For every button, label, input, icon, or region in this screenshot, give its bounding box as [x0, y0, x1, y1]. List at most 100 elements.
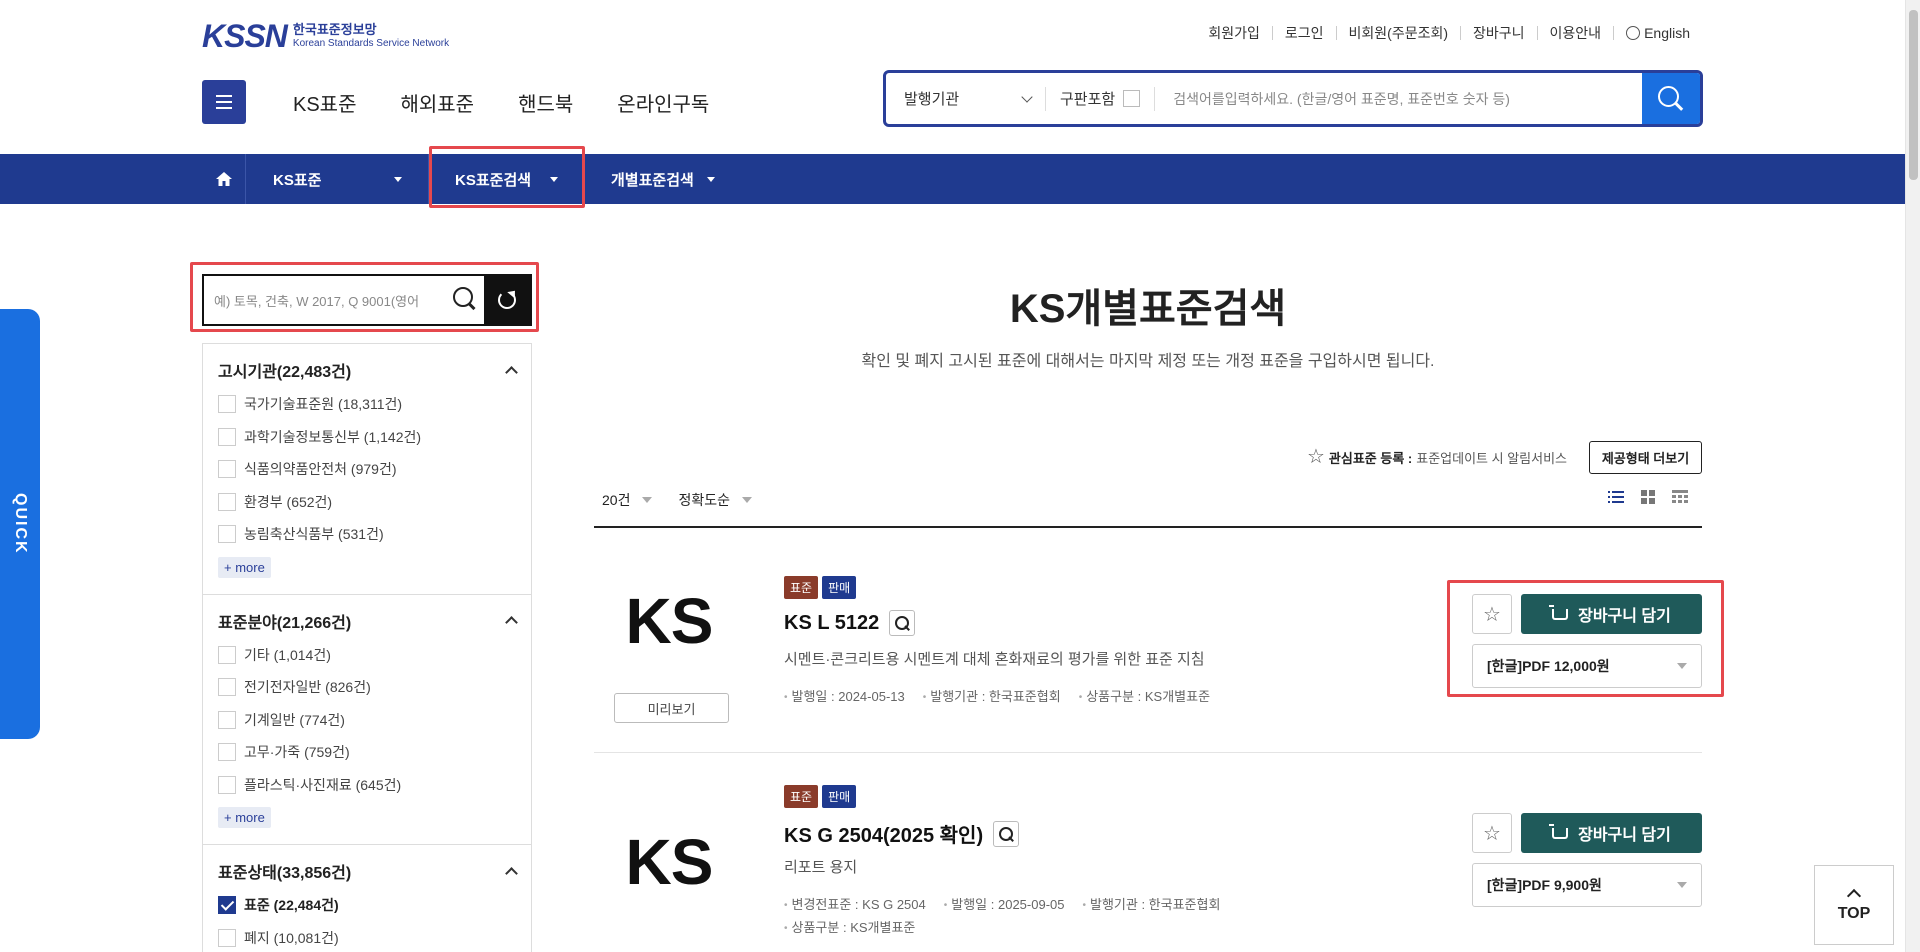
logo-mark: KSSN	[202, 18, 288, 54]
filter-reset-button[interactable]	[484, 276, 530, 324]
chevron-up-icon[interactable]	[505, 616, 518, 629]
checkbox[interactable]	[218, 775, 236, 794]
filter-title: 표준상태(33,856건)	[218, 865, 352, 882]
favorite-note: ☆ 관심표준 등록 : 표준업데이트 시 알림서비스	[1307, 447, 1567, 467]
checkbox[interactable]	[218, 427, 236, 446]
logo-english: Korean Standards Service Network	[292, 38, 450, 50]
offer-type-more-button[interactable]: 제공형태 더보기	[1589, 441, 1702, 474]
hamburger-menu-button[interactable]	[202, 80, 246, 124]
add-to-cart-button[interactable]: 장바구니 담기	[1521, 813, 1702, 853]
checkbox[interactable]	[218, 710, 236, 729]
lnb-individual-search[interactable]: 개별표준검색	[585, 154, 741, 204]
page: KSSN 한국표준정보망 Korean Standards Service Ne…	[0, 0, 1920, 952]
page-size-select[interactable]: 20건	[602, 490, 653, 510]
meta-previous-standard: 변경전표준 : KS G 2504	[784, 894, 926, 913]
badge-standard: 표준	[784, 785, 819, 808]
nav-handbook[interactable]: 핸드북	[518, 88, 573, 117]
checkbox[interactable]	[218, 928, 236, 947]
add-to-cart-button[interactable]: 장바구니 담기	[1521, 594, 1702, 634]
caret-down-icon	[741, 497, 752, 503]
option-label: 과학기술정보통신부 (1,142건)	[244, 428, 422, 445]
favorite-button[interactable]: ☆	[1472, 594, 1512, 634]
sort-order-select[interactable]: 정확도순	[678, 490, 752, 510]
util-cart[interactable]: 장바구니	[1460, 26, 1537, 40]
filter-search-input[interactable]: 예) 토목, 건축, W 2017, Q 9001(영어	[204, 291, 448, 310]
lnb-label: 개별표준검색	[611, 171, 694, 189]
chevron-up-icon[interactable]	[505, 365, 518, 379]
option-label: 기계일반 (774건)	[244, 711, 345, 728]
search-input[interactable]: 검색어를입력하세요. (한글/영어 표준명, 표준번호 숫자 등)	[1155, 89, 1642, 109]
filter-option[interactable]: 식품의약품안전처 (979건)	[218, 453, 516, 486]
standard-code-text: KS L 5122	[784, 611, 880, 634]
star-icon: ☆	[1483, 603, 1501, 626]
filter-option[interactable]: 기타 (1,014건)	[218, 639, 516, 672]
preview-button[interactable]: 미리보기	[614, 693, 729, 723]
filter-section-status: 표준상태(33,856건) 표준 (22,484건) 폐지 (10,081건)	[203, 845, 531, 952]
site-logo[interactable]: KSSN 한국표준정보망 Korean Standards Service Ne…	[202, 18, 449, 55]
detail-zoom-button[interactable]	[993, 820, 1020, 847]
util-guest-order[interactable]: 비회원(주문조회)	[1335, 26, 1460, 40]
standard-name[interactable]: 시멘트·콘크리트용 시멘트계 대체 혼화재료의 평가를 위한 표준 지침	[784, 648, 1205, 669]
favorite-note-text: 표준업데이트 시 알림서비스	[1416, 450, 1567, 466]
meta-issue-date: 발행일 : 2024-05-13	[784, 686, 905, 705]
scrollbar-thumb[interactable]	[1909, 10, 1918, 180]
list-view-icon[interactable]	[1608, 490, 1624, 504]
filter-option[interactable]: 전기전자일반 (826건)	[218, 671, 516, 704]
filter-option[interactable]: 국가기술표준원 (18,311건)	[218, 388, 516, 421]
filter-option[interactable]: 환경부 (652건)	[218, 486, 516, 519]
scroll-top-button[interactable]: TOP	[1814, 865, 1894, 945]
util-guide[interactable]: 이용안내	[1536, 26, 1614, 40]
english-label: English	[1644, 25, 1690, 41]
standard-code[interactable]: KS L 5122	[784, 610, 916, 636]
more-button[interactable]: + more	[218, 807, 271, 828]
search-button[interactable]	[1642, 73, 1700, 124]
util-english[interactable]: English	[1613, 26, 1702, 40]
price-select[interactable]: [한글]PDF 12,000원	[1472, 644, 1702, 688]
home-button[interactable]	[202, 154, 246, 204]
filter-option[interactable]: 폐지 (10,081건)	[218, 922, 516, 952]
filter-option[interactable]: 과학기술정보통신부 (1,142건)	[218, 421, 516, 454]
filter-option[interactable]: 고무·가죽 (759건)	[218, 736, 516, 769]
include-old-checkbox[interactable]	[1123, 90, 1141, 107]
nav-ks-standard[interactable]: KS표준	[293, 88, 356, 117]
top-label: TOP	[1837, 905, 1871, 922]
option-label: 플라스틱·사진재료 (645건)	[244, 776, 402, 793]
util-signup[interactable]: 회원가입	[1196, 26, 1272, 40]
favorite-button[interactable]: ☆	[1472, 813, 1512, 853]
filter-option[interactable]: 기계일반 (774건)	[218, 704, 516, 737]
standard-code[interactable]: KS G 2504(2025 확인)	[784, 819, 1020, 848]
include-old-toggle[interactable]: 구판포함	[1046, 86, 1156, 111]
checkbox-checked[interactable]	[218, 896, 236, 915]
standard-name[interactable]: 리포트 용지	[784, 856, 857, 877]
chevron-up-icon[interactable]	[505, 866, 518, 880]
checkbox[interactable]	[218, 678, 236, 697]
checkbox[interactable]	[218, 395, 236, 414]
checkbox[interactable]	[218, 492, 236, 511]
checkbox[interactable]	[218, 645, 236, 664]
nav-foreign-standard[interactable]: 해외표준	[400, 88, 474, 117]
lnb-ks-standard[interactable]: KS표준	[247, 154, 429, 204]
filter-option[interactable]: 플라스틱·사진재료 (645건)	[218, 769, 516, 802]
caret-down-icon	[550, 176, 558, 182]
lnb-ks-search[interactable]: KS표준검색	[429, 154, 585, 204]
table-view-icon[interactable]	[1672, 490, 1688, 504]
filter-section-agency: 고시기관(22,483건) 국가기술표준원 (18,311건) 과학기술정보통신…	[203, 344, 531, 595]
util-login[interactable]: 로그인	[1271, 26, 1336, 40]
checkbox[interactable]	[218, 743, 236, 762]
price-select[interactable]: [한글]PDF 9,900원	[1472, 863, 1702, 907]
nav-online-subscription[interactable]: 온라인구독	[617, 88, 709, 117]
checkbox[interactable]	[218, 525, 236, 544]
option-label: 환경부 (652건)	[244, 493, 333, 510]
detail-zoom-button[interactable]	[889, 610, 916, 636]
result-item: KS 표준 판매 KS G 2504(2025 확인) 리포트 용지 변경전표준…	[594, 753, 1702, 952]
filter-option[interactable]: 농림축산식품부 (531건)	[218, 518, 516, 551]
grid-view-icon[interactable]	[1640, 490, 1656, 504]
filter-search-button[interactable]	[448, 287, 484, 313]
option-label: 국가기술표준원 (18,311건)	[244, 396, 403, 413]
checkbox[interactable]	[218, 460, 236, 479]
quick-menu-tab[interactable]: QUICK	[0, 309, 40, 739]
publisher-select[interactable]: 발행기관	[886, 86, 1046, 111]
filter-option[interactable]: 표준 (22,484건)	[218, 889, 516, 922]
more-button[interactable]: + more	[218, 556, 271, 578]
scrollbar[interactable]	[1905, 0, 1920, 952]
